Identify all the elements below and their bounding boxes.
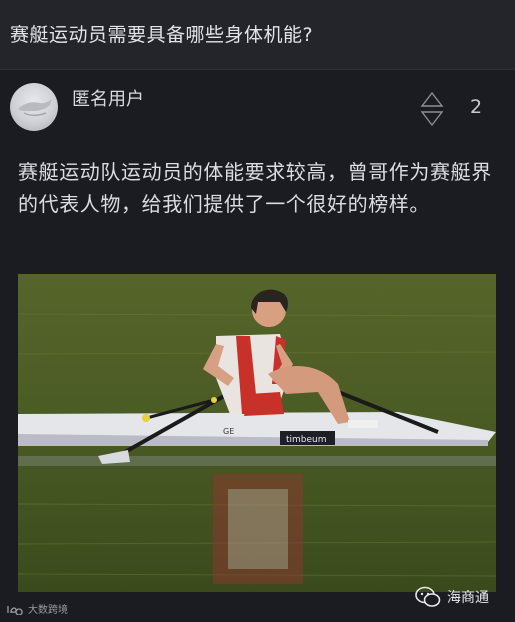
question-title[interactable]: 赛艇运动员需要具备哪些身体机能? [10, 20, 313, 47]
vote-button[interactable] [420, 91, 444, 127]
question-header: 赛艇运动员需要具备哪些身体机能? [0, 0, 515, 70]
rowing-photo: timbeum GE [18, 274, 496, 592]
answer-text: 赛艇运动队运动员的体能要求较高，曾哥作为赛艇界的代表人物，给我们提供了一个很好的… [18, 160, 492, 216]
anonymous-avatar-icon [18, 99, 52, 116]
watermark-text: 海商通 [447, 590, 489, 606]
source-logo: 大数跨境 [6, 601, 68, 616]
vote-count: 2 [470, 96, 483, 118]
username[interactable]: 匿名用户 [72, 85, 144, 111]
boat-number-label: GE [223, 427, 234, 436]
wechat-icon [415, 586, 441, 607]
source-logo-text: 大数跨境 [28, 605, 68, 616]
wechat-watermark: 海商通 [415, 586, 489, 608]
boat-brand-label: timbeum [286, 435, 327, 445]
avatar[interactable] [10, 83, 58, 131]
answer-author-row: 匿名用户 2 [0, 71, 515, 141]
up-down-vote-icon [420, 91, 444, 127]
source-logo-icon [7, 605, 23, 615]
